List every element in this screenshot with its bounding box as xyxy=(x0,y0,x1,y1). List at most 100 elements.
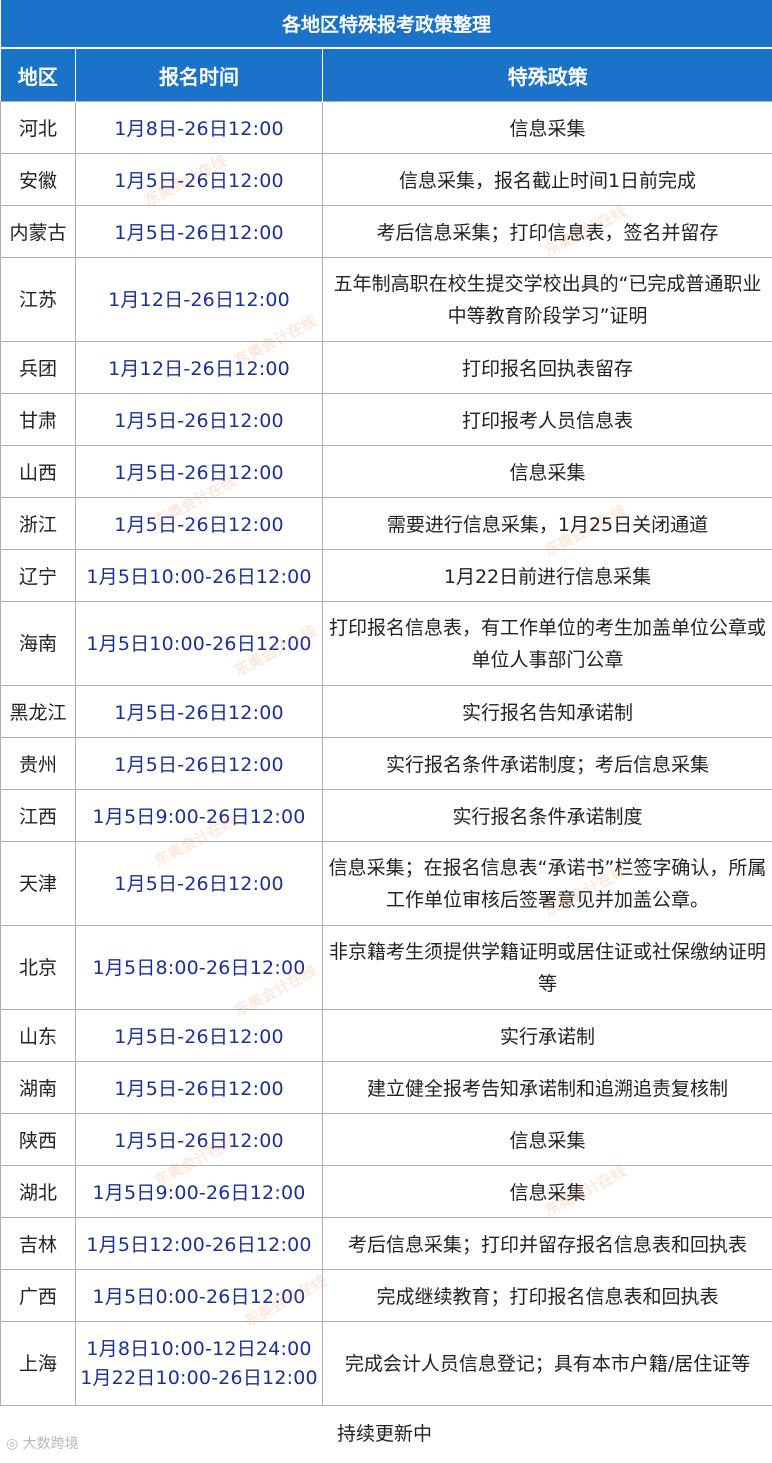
time-cell: 1月5日10:00-26日12:00 xyxy=(75,549,323,602)
policy-cell: 实行报名条件承诺制度；考后信息采集 xyxy=(321,737,772,790)
table-row: 江西 1月5日9:00-26日12:00 实行报名条件承诺制度 xyxy=(0,789,772,842)
brand-logo: ◎ 大数跨境 xyxy=(6,1433,79,1453)
policy-cell: 实行报名条件承诺制度 xyxy=(321,789,772,842)
footer-row: 持续更新中 xyxy=(0,1405,772,1458)
region-cell: 湖北 xyxy=(0,1165,76,1218)
time-line-2: 1月22日10:00-26日12:00 xyxy=(80,1366,318,1389)
table-row: 海南 1月5日10:00-26日12:00 打印报名信息表，有工作单位的考生加盖… xyxy=(0,601,772,686)
region-cell: 兵团 xyxy=(0,341,76,394)
policy-cell: 1月22日前进行信息采集 xyxy=(321,549,772,602)
table-row: 山东 1月5日-26日12:00 实行承诺制 xyxy=(0,1009,772,1062)
time-cell: 1月5日-26日12:00 xyxy=(75,497,323,550)
region-cell: 山西 xyxy=(0,445,76,498)
time-cell: 1月5日10:00-26日12:00 xyxy=(75,601,323,686)
region-cell: 辽宁 xyxy=(0,549,76,602)
region-cell: 上海 xyxy=(0,1321,76,1406)
table-row: 浙江 1月5日-26日12:00 需要进行信息采集，1月25日关闭通道 xyxy=(0,497,772,550)
brand-text: 大数跨境 xyxy=(22,1436,79,1452)
time-cell: 1月5日-26日12:00 xyxy=(75,1113,323,1166)
policy-cell: 打印报名回执表留存 xyxy=(321,341,772,394)
region-cell: 甘肃 xyxy=(0,393,76,446)
policy-cell: 打印报名信息表，有工作单位的考生加盖单位公章或单位人事部门公章 xyxy=(321,601,772,686)
time-cell: 1月5日12:00-26日12:00 xyxy=(75,1217,323,1270)
region-cell: 浙江 xyxy=(0,497,76,550)
time-cell: 1月5日-26日12:00 xyxy=(75,737,323,790)
time-cell: 1月5日-26日12:00 xyxy=(75,445,323,498)
table-row: 北京 1月5日8:00-26日12:00 非京籍考生须提供学籍证明或居住证或社保… xyxy=(0,925,772,1010)
policy-cell: 非京籍考生须提供学籍证明或居住证或社保缴纳证明等 xyxy=(321,925,772,1010)
table-row: 上海 1月8日10:00-12日24:00 1月22日10:00-26日12:0… xyxy=(0,1321,772,1406)
time-cell: 1月8日-26日12:00 xyxy=(75,101,323,154)
table-row: 湖北 1月5日9:00-26日12:00 信息采集 xyxy=(0,1165,772,1218)
policy-cell: 考后信息采集；打印信息表，签名并留存 xyxy=(321,205,772,258)
footer-text: 持续更新中 xyxy=(0,1405,772,1458)
policy-cell: 考后信息采集；打印并留存报名信息表和回执表 xyxy=(321,1217,772,1270)
region-cell: 贵州 xyxy=(0,737,76,790)
time-cell: 1月5日9:00-26日12:00 xyxy=(75,789,323,842)
policy-cell: 信息采集，报名截止时间1日前完成 xyxy=(321,153,772,206)
table-row: 贵州 1月5日-26日12:00 实行报名条件承诺制度；考后信息采集 xyxy=(0,737,772,790)
region-cell: 广西 xyxy=(0,1269,76,1322)
region-cell: 江苏 xyxy=(0,257,76,342)
time-cell: 1月5日-26日12:00 xyxy=(75,841,323,926)
policy-cell: 信息采集 xyxy=(321,1113,772,1166)
region-cell: 河北 xyxy=(0,101,76,154)
region-cell: 海南 xyxy=(0,601,76,686)
policy-table: 各地区特殊报考政策整理 地区 报名时间 特殊政策 河北 1月8日-26日12:0… xyxy=(0,0,772,1458)
table-row: 甘肃 1月5日-26日12:00 打印报考人员信息表 xyxy=(0,393,772,446)
time-cell: 1月5日-26日12:00 xyxy=(75,393,323,446)
region-cell: 吉林 xyxy=(0,1217,76,1270)
header-time: 报名时间 xyxy=(75,48,323,102)
policy-cell: 打印报考人员信息表 xyxy=(321,393,772,446)
time-cell: 1月5日8:00-26日12:00 xyxy=(75,925,323,1010)
time-cell: 1月5日-26日12:00 xyxy=(75,685,323,738)
header-region: 地区 xyxy=(0,48,76,102)
table-row: 吉林 1月5日12:00-26日12:00 考后信息采集；打印并留存报名信息表和… xyxy=(0,1217,772,1270)
region-cell: 内蒙古 xyxy=(0,205,76,258)
region-cell: 山东 xyxy=(0,1009,76,1062)
time-cell: 1月8日10:00-12日24:00 1月22日10:00-26日12:00 xyxy=(75,1321,323,1406)
region-cell: 陕西 xyxy=(0,1113,76,1166)
region-cell: 江西 xyxy=(0,789,76,842)
table-row: 湖南 1月5日-26日12:00 建立健全报考告知承诺制和追溯追责复核制 xyxy=(0,1061,772,1114)
policy-cell: 建立健全报考告知承诺制和追溯追责复核制 xyxy=(321,1061,772,1114)
policy-cell: 需要进行信息采集，1月25日关闭通道 xyxy=(321,497,772,550)
brand-icon: ◎ xyxy=(6,1436,19,1452)
region-cell: 北京 xyxy=(0,925,76,1010)
title-row: 各地区特殊报考政策整理 xyxy=(0,0,772,49)
time-cell: 1月5日-26日12:00 xyxy=(75,1009,323,1062)
table-row: 陕西 1月5日-26日12:00 信息采集 xyxy=(0,1113,772,1166)
table-row: 广西 1月5日0:00-26日12:00 完成继续教育；打印报名信息表和回执表 xyxy=(0,1269,772,1322)
policy-cell: 完成继续教育；打印报名信息表和回执表 xyxy=(321,1269,772,1322)
header-row: 地区 报名时间 特殊政策 xyxy=(0,48,772,102)
region-cell: 湖南 xyxy=(0,1061,76,1114)
table-row: 辽宁 1月5日10:00-26日12:00 1月22日前进行信息采集 xyxy=(0,549,772,602)
policy-cell: 信息采集；在报名信息表“承诺书”栏签字确认，所属工作单位审核后签署意见并加盖公章… xyxy=(321,841,772,926)
time-cell: 1月12日-26日12:00 xyxy=(75,341,323,394)
table-row: 天津 1月5日-26日12:00 信息采集；在报名信息表“承诺书”栏签字确认，所… xyxy=(0,841,772,926)
table-row: 河北 1月8日-26日12:00 信息采集 xyxy=(0,101,772,154)
region-cell: 黑龙江 xyxy=(0,685,76,738)
region-cell: 天津 xyxy=(0,841,76,926)
table-title: 各地区特殊报考政策整理 xyxy=(0,0,772,49)
table-row: 兵团 1月12日-26日12:00 打印报名回执表留存 xyxy=(0,341,772,394)
table-row: 安徽 1月5日-26日12:00 信息采集，报名截止时间1日前完成 xyxy=(0,153,772,206)
time-cell: 1月5日-26日12:00 xyxy=(75,205,323,258)
region-cell: 安徽 xyxy=(0,153,76,206)
table-row: 黑龙江 1月5日-26日12:00 实行报名告知承诺制 xyxy=(0,685,772,738)
time-cell: 1月5日-26日12:00 xyxy=(75,1061,323,1114)
policy-cell: 完成会计人员信息登记；具有本市户籍/居住证等 xyxy=(321,1321,772,1406)
policy-cell: 信息采集 xyxy=(321,101,772,154)
policy-cell: 信息采集 xyxy=(321,1165,772,1218)
time-cell: 1月5日0:00-26日12:00 xyxy=(75,1269,323,1322)
time-line-1: 1月8日10:00-12日24:00 xyxy=(86,1337,312,1360)
table-row: 内蒙古 1月5日-26日12:00 考后信息采集；打印信息表，签名并留存 xyxy=(0,205,772,258)
time-cell: 1月12日-26日12:00 xyxy=(75,257,323,342)
table-row: 山西 1月5日-26日12:00 信息采集 xyxy=(0,445,772,498)
header-policy: 特殊政策 xyxy=(322,48,772,102)
table-row: 江苏 1月12日-26日12:00 五年制高职在校生提交学校出具的“已完成普通职… xyxy=(0,257,772,342)
time-cell: 1月5日-26日12:00 xyxy=(75,153,323,206)
policy-cell: 五年制高职在校生提交学校出具的“已完成普通职业中等教育阶段学习”证明 xyxy=(321,257,772,342)
policy-cell: 实行报名告知承诺制 xyxy=(321,685,772,738)
time-cell: 1月5日9:00-26日12:00 xyxy=(75,1165,323,1218)
